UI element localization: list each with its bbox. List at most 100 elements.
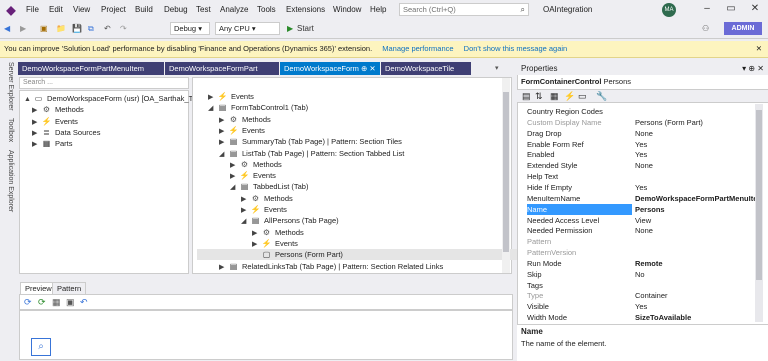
save-all-icon[interactable]: ⧉ — [88, 22, 94, 35]
menu-tools[interactable]: Tools — [257, 4, 276, 16]
tree-node[interactable]: ▶ ⚡ Events — [230, 170, 276, 181]
tree-node[interactable]: ▶ ⚙ Methods — [230, 159, 282, 170]
expand-arrow-icon[interactable]: ◢ — [208, 103, 217, 114]
tab-demoworkspaceformpartmenuitem[interactable]: DemoWorkspaceFormPartMenuItem — [18, 62, 164, 75]
tree-node[interactable]: ▶ ▤ RelatedLinksTab (Tab Page) | Pattern: … — [219, 261, 443, 272]
close-icon[interactable]: ✕ — [756, 41, 762, 57]
property-row[interactable]: Drag Drop None — [527, 128, 753, 139]
dont-show-link[interactable]: Don't show this message again — [464, 44, 568, 53]
menu-file[interactable]: File — [26, 4, 39, 16]
platform-dropdown[interactable]: Any CPU ▾ — [215, 22, 280, 35]
property-row[interactable]: Country Region Codes — [527, 106, 753, 117]
menu-debug[interactable]: Debug — [164, 4, 188, 16]
property-row[interactable]: Width Mode SizeToAvailable — [527, 312, 753, 323]
menu-project[interactable]: Project — [101, 4, 126, 16]
property-row[interactable]: Name Persons — [527, 203, 755, 215]
property-row[interactable]: Type Container — [527, 290, 753, 301]
expand-arrow-icon[interactable]: ◢ — [241, 216, 250, 227]
tree-node[interactable]: ▶ ⚙ Methods — [32, 104, 84, 115]
property-row[interactable]: Skip No — [527, 269, 753, 280]
pin-icon[interactable]: ⊕ — [361, 64, 367, 73]
preview-size-icon[interactable]: ▣ — [66, 297, 75, 308]
property-value[interactable]: None — [635, 225, 755, 236]
manage-performance-link[interactable]: Manage performance — [382, 44, 453, 53]
property-value[interactable]: Yes — [635, 149, 755, 160]
alphabetical-icon[interactable]: ⇅ — [535, 91, 543, 102]
menu-window[interactable]: Window — [333, 4, 361, 16]
expand-arrow-icon[interactable]: ◢ — [219, 149, 228, 160]
property-row[interactable]: PatternVersion — [527, 247, 753, 258]
menu-test[interactable]: Test — [196, 4, 211, 16]
property-value[interactable]: Persons (Form Part) — [635, 117, 755, 128]
tab-demoworkspacetile[interactable]: DemoWorkspaceTile — [381, 62, 471, 75]
tree-node[interactable]: ▶ ⚙ Methods — [219, 114, 271, 125]
categorized-icon[interactable]: ▤ — [522, 91, 531, 102]
tree-node[interactable]: ▶ ⚙ Methods — [252, 227, 304, 238]
open-folder-icon[interactable]: 📁 — [56, 22, 66, 35]
property-row[interactable]: MenuItemName DemoWorkspaceFormPartMenuIte — [527, 193, 755, 204]
property-row[interactable]: Needed Access Level View — [527, 215, 753, 226]
tree-node[interactable]: ▶ ▤ SummaryTab (Tab Page) | Pattern: Secti… — [219, 136, 402, 147]
search-icon[interactable]: ⌕ — [31, 338, 51, 356]
start-button[interactable]: Start — [297, 22, 314, 35]
object-selector[interactable]: FormContainerControl Persons — [517, 76, 768, 88]
menu-view[interactable]: View — [73, 4, 90, 16]
property-row[interactable]: Run Mode Remote — [527, 258, 753, 269]
expand-arrow-icon[interactable]: ◢ — [230, 182, 239, 193]
property-row[interactable]: Tags — [527, 280, 753, 291]
tree-node[interactable]: ▶ ⚡ Events — [32, 116, 78, 127]
tree-node[interactable]: ▶ ▦ Parts — [32, 138, 73, 149]
tree-node[interactable]: ◢ ▤ FormTabControl1 (Tab) — [208, 102, 308, 113]
start-icon[interactable]: ▶ — [287, 22, 293, 35]
tab-overflow-icon[interactable]: ▾ — [495, 64, 499, 72]
property-pages-icon[interactable]: ▭ — [578, 91, 587, 102]
property-value[interactable]: Yes — [635, 182, 755, 193]
menu-help[interactable]: Help — [370, 4, 386, 16]
property-value[interactable]: No — [635, 269, 755, 280]
tab-demoworkspaceformpart[interactable]: DemoWorkspaceFormPart — [165, 62, 279, 75]
expand-arrow-icon[interactable]: ▶ — [219, 262, 228, 273]
show-grid-icon[interactable]: ▦ — [52, 297, 61, 308]
property-row[interactable]: Extended Style None — [527, 160, 753, 171]
close-tab-icon[interactable]: ✕ — [369, 64, 375, 73]
property-row[interactable]: Pattern — [527, 236, 753, 247]
refresh-icon[interactable]: ⟳ — [24, 297, 32, 308]
property-value[interactable]: Remote — [635, 258, 755, 269]
live-share-icon[interactable]: ⚇ — [702, 22, 709, 35]
tree-node[interactable]: ◢ ▤ ListTab (Tab Page) | Pattern: Section … — [219, 148, 404, 159]
avatar[interactable]: MA — [662, 3, 676, 17]
property-value[interactable]: Container — [635, 290, 755, 301]
configuration-dropdown[interactable]: Debug ▾ — [170, 22, 210, 35]
save-icon[interactable]: 💾 — [72, 22, 82, 35]
wrench-icon[interactable]: 🔧 — [596, 91, 607, 102]
properties-window-controls[interactable]: ▾ ⊕ ✕ — [742, 62, 764, 75]
property-value[interactable]: Persons — [635, 204, 755, 215]
property-row[interactable]: Enabled Yes — [527, 149, 753, 160]
search-input[interactable]: Search (Ctrl+Q) ⌕ — [399, 3, 529, 16]
property-value[interactable]: DemoWorkspaceFormPartMenuIte — [635, 193, 755, 204]
property-row[interactable]: Hide If Empty Yes — [527, 182, 753, 193]
minimize-icon[interactable]: – — [698, 2, 716, 16]
forward-icon[interactable]: ▶ — [20, 22, 26, 35]
menu-extensions[interactable]: Extensions — [286, 4, 325, 16]
application-explorer-tab[interactable]: Application Explorer — [2, 150, 14, 212]
tree-node[interactable]: ◢ ▤ AllPersons (Tab Page) — [241, 215, 339, 226]
property-value[interactable]: View — [635, 215, 755, 226]
properties-icon[interactable]: ▦ — [550, 91, 559, 102]
tree-node[interactable]: ▶ ⚡ Events — [252, 238, 298, 249]
property-value[interactable]: SizeToAvailable — [635, 312, 755, 323]
property-row[interactable]: Custom Display Name Persons (Form Part) — [527, 117, 753, 128]
tree-node[interactable]: ◢ ▤ TabbedList (Tab) — [230, 181, 308, 192]
tree-node[interactable]: ▶ ⚡ Events — [219, 125, 265, 136]
tab-demoworkspaceform[interactable]: DemoWorkspaceForm ⊕ ✕ — [280, 62, 380, 75]
property-value[interactable]: Yes — [635, 139, 755, 150]
tree-node[interactable]: ▶ ≣ Data Sources — [32, 127, 100, 138]
property-row[interactable]: Needed Permission None — [527, 225, 753, 236]
property-value[interactable]: None — [635, 128, 755, 139]
property-value[interactable]: None — [635, 160, 755, 171]
undo-icon[interactable]: ↶ — [80, 297, 88, 308]
scrollbar-thumb[interactable] — [503, 92, 509, 252]
admin-button[interactable]: ADMIN — [724, 22, 762, 35]
events-icon[interactable]: ⚡ — [564, 91, 575, 102]
new-project-icon[interactable]: ▣ — [40, 22, 48, 35]
